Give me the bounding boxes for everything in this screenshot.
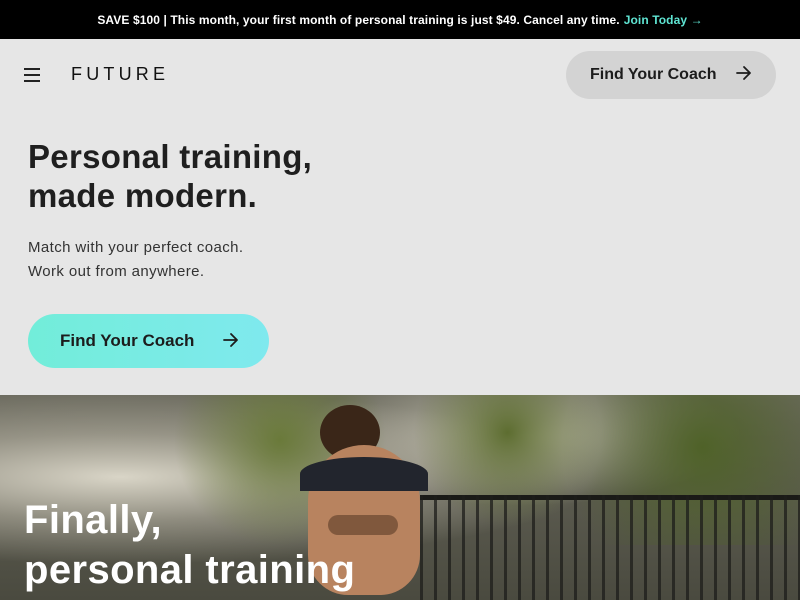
promo-bar: SAVE $100 | This month, your first month… xyxy=(0,0,800,39)
arrow-right-icon xyxy=(736,66,751,80)
future-logo[interactable]: FUTURE xyxy=(71,64,169,85)
header-find-coach-label: Find Your Coach xyxy=(590,66,717,83)
header-find-coach-button[interactable]: Find Your Coach xyxy=(566,51,776,99)
hamburger-menu-icon[interactable] xyxy=(24,68,40,82)
hero-subtitle-line2: Work out from anywhere. xyxy=(28,263,205,280)
photo-section-title: Finally, personal training xyxy=(24,495,355,595)
arrow-right-icon xyxy=(223,333,238,347)
photo-railing xyxy=(420,495,800,600)
hero-title-line1: Personal training, xyxy=(28,138,313,175)
site-header: FUTURE Find Your Coach xyxy=(0,39,800,111)
photo-title-line1: Finally, xyxy=(24,498,163,542)
promo-text: SAVE $100 | This month, your first month… xyxy=(97,12,620,27)
athlete-headband xyxy=(300,457,428,491)
photo-title-line2: personal training xyxy=(24,548,356,592)
hero-photo-section: Finally, personal training xyxy=(0,395,800,600)
hero-find-coach-label: Find Your Coach xyxy=(60,331,195,350)
hero-title-line2: made modern. xyxy=(28,177,258,214)
hero-subtitle: Match with your perfect coach. Work out … xyxy=(28,236,243,284)
hero-title: Personal training, made modern. xyxy=(28,137,312,215)
join-today-link[interactable]: Join Today → xyxy=(624,13,703,27)
hero-subtitle-line1: Match with your perfect coach. xyxy=(28,239,244,256)
hero-find-coach-button[interactable]: Find Your Coach xyxy=(28,314,269,368)
